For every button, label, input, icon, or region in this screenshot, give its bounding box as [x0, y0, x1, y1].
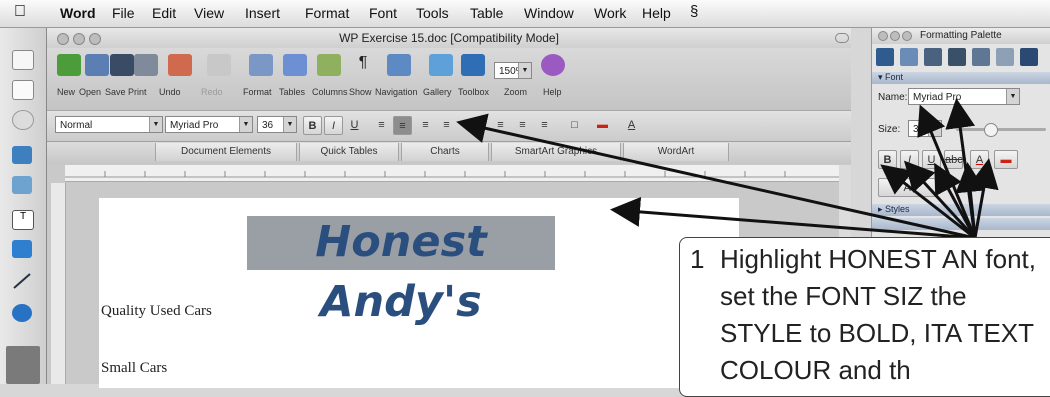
step-text: Highlight HONEST AN font, set the FONT S… [720, 244, 1036, 385]
step-number: 1 [690, 244, 705, 274]
instruction-callout: 1 Highlight HONEST AN font, set the FONT… [679, 237, 1050, 397]
